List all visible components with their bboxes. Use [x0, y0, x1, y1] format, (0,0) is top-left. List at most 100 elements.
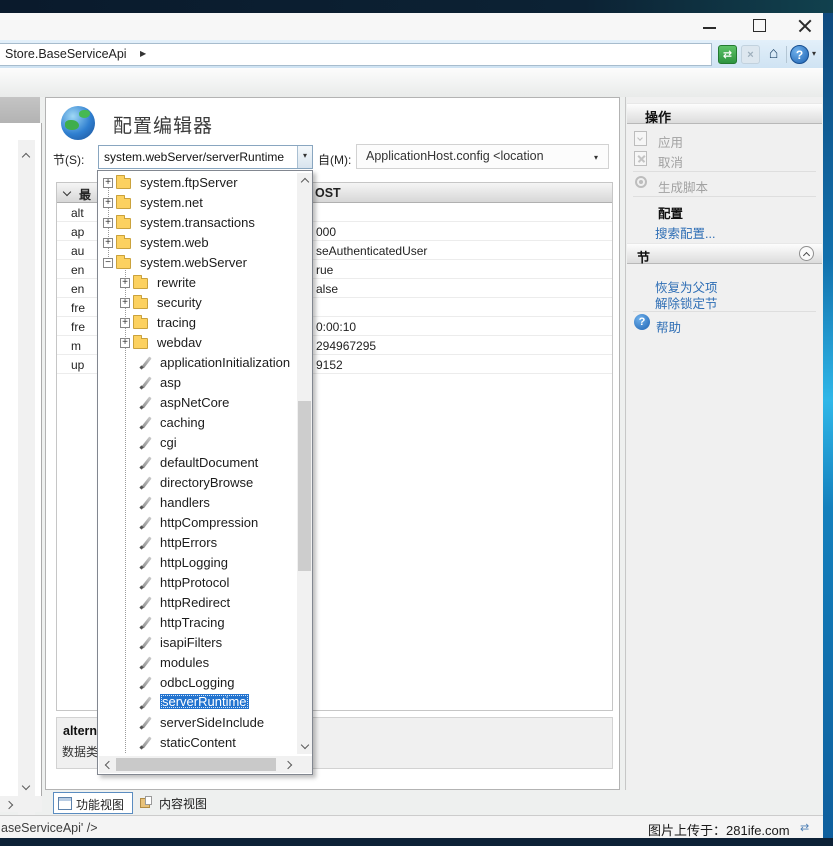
tree-item-rewrite[interactable]: +rewrite	[98, 273, 296, 293]
tree-item-system.net[interactable]: +system.net	[98, 193, 296, 213]
grid-header-text-left: 最	[79, 186, 91, 203]
collapse-icon[interactable]: −	[103, 258, 113, 268]
tree-item-asp[interactable]: asp	[98, 373, 296, 393]
tree-item-system.webServer[interactable]: − system.webServer	[98, 253, 296, 273]
minimize-button[interactable]	[698, 18, 722, 34]
property-value: alse	[316, 282, 338, 296]
tree-item-applicationInitialization[interactable]: applicationInitialization	[98, 353, 296, 373]
tree-scroll-left-button[interactable]	[100, 757, 115, 772]
separator	[633, 311, 816, 312]
tree-scroll-up-button[interactable]	[297, 173, 312, 189]
from-label: 自(M):	[318, 151, 351, 168]
bottom-bar	[0, 838, 833, 846]
expand-icon[interactable]: +	[120, 318, 130, 328]
tree-item-httpProtocol[interactable]: httpProtocol	[98, 573, 296, 593]
tree-item-odbcLogging[interactable]: odbcLogging	[98, 673, 296, 693]
tree-scroll-right-button[interactable]	[281, 757, 296, 772]
content-top-strip	[0, 68, 823, 97]
scroll-right-button[interactable]	[2, 797, 17, 812]
collapse-chevron-icon[interactable]	[63, 188, 71, 196]
expand-icon[interactable]: +	[103, 198, 113, 208]
expand-icon[interactable]: +	[103, 178, 113, 188]
tree-item-serverRuntime[interactable]: serverRuntime	[98, 693, 296, 713]
tree-item-httpTracing[interactable]: httpTracing	[98, 613, 296, 633]
property-name: au	[71, 244, 84, 258]
tree-item-httpRedirect[interactable]: httpRedirect	[98, 593, 296, 613]
breadcrumb-caret-icon[interactable]: ▶	[140, 49, 146, 58]
tree-item-label: odbcLogging	[160, 675, 234, 690]
generate-script-button: 生成脚本	[658, 177, 708, 196]
tree-item-directoryBrowse[interactable]: directoryBrowse	[98, 473, 296, 493]
section-group-header[interactable]: 节	[627, 243, 822, 264]
tree-item-modules[interactable]: modules	[98, 653, 296, 673]
folder-icon	[133, 278, 148, 289]
tree-item-webdav[interactable]: +webdav	[98, 333, 296, 353]
help-button[interactable]: ?	[790, 45, 809, 64]
pencil-icon	[141, 376, 153, 390]
expand-icon[interactable]: +	[120, 298, 130, 308]
tree-item-defaultDocument[interactable]: defaultDocument	[98, 453, 296, 473]
home-button[interactable]: ⌂	[764, 45, 783, 64]
tree-item-isapiFilters[interactable]: isapiFilters	[98, 633, 296, 653]
tree-item-security[interactable]: +security	[98, 293, 296, 313]
tree-item-httpErrors[interactable]: httpErrors	[98, 533, 296, 553]
tab-features-view[interactable]: 功能视图	[53, 792, 133, 814]
features-view-icon	[58, 797, 72, 810]
tree-item-cgi[interactable]: cgi	[98, 433, 296, 453]
tree-item-system.web[interactable]: +system.web	[98, 233, 296, 253]
address-input[interactable]: Store.BaseServiceApi	[0, 43, 712, 66]
tree-item-tracing[interactable]: +tracing	[98, 313, 296, 333]
tree-item-aspNetCore[interactable]: aspNetCore	[98, 393, 296, 413]
tree-item-httpLogging[interactable]: httpLogging	[98, 553, 296, 573]
pencil-icon	[141, 616, 153, 630]
expand-icon[interactable]: +	[103, 218, 113, 228]
left-vertical-scrollbar[interactable]	[18, 140, 35, 829]
collapse-section-button[interactable]	[799, 246, 814, 261]
tree-item-label: handlers	[160, 495, 210, 510]
tree-item-label: aspNetCore	[160, 395, 229, 410]
help-link[interactable]: 帮助	[656, 317, 681, 336]
tree-item-label: defaultDocument	[160, 455, 258, 470]
tree-item-label: applicationInitialization	[160, 355, 290, 370]
pencil-icon	[141, 496, 153, 510]
tree-scroll-down-button[interactable]	[297, 738, 312, 754]
unlock-section-link[interactable]: 解除锁定节	[655, 293, 718, 312]
scroll-down-button[interactable]	[18, 779, 35, 795]
tree-item-httpCompression[interactable]: httpCompression	[98, 513, 296, 533]
tree-item-system.ftpServer[interactable]: +system.ftpServer	[98, 173, 296, 193]
tree-scrollbar-thumb[interactable]	[298, 401, 311, 571]
tree-item-handlers[interactable]: handlers	[98, 493, 296, 513]
tab-content-view[interactable]: 内容视图	[137, 792, 209, 814]
maximize-button[interactable]	[748, 18, 772, 34]
expand-icon[interactable]: +	[120, 278, 130, 288]
tree-item-staticContent[interactable]: staticContent	[98, 733, 296, 753]
property-datatype-text: 数据类	[62, 743, 98, 760]
from-combobox[interactable]: ApplicationHost.config <location	[356, 144, 609, 169]
tree-item-serverSideInclude[interactable]: serverSideInclude	[98, 713, 296, 733]
cancel-icon	[634, 151, 647, 166]
help-dropdown-caret-icon[interactable]: ▾	[812, 49, 816, 58]
separator	[633, 171, 816, 172]
tree-item-caching[interactable]: caching	[98, 413, 296, 433]
expand-icon[interactable]: +	[103, 238, 113, 248]
search-config-link[interactable]: 搜索配置...	[655, 223, 715, 242]
refresh-button[interactable]: ⇄	[718, 45, 737, 64]
page-title: 配置编辑器	[113, 111, 213, 138]
section-combo-dropdown-button[interactable]: ▾	[297, 146, 312, 168]
property-name-text: altern	[63, 724, 97, 738]
expand-icon[interactable]: +	[120, 338, 130, 348]
cancel-button: 取消	[658, 152, 683, 171]
pencil-icon	[141, 396, 153, 410]
actions-header: 操作	[627, 103, 822, 124]
tree-hscrollbar-thumb[interactable]	[116, 758, 276, 771]
tree-item-system.transactions[interactable]: +system.transactions	[98, 213, 296, 233]
scroll-up-button[interactable]	[18, 148, 35, 164]
section-combobox[interactable]: system.webServer/serverRuntime	[98, 145, 313, 169]
pencil-icon	[141, 656, 153, 670]
from-combo-caret-icon[interactable]: ▾	[594, 153, 598, 162]
property-name: en	[71, 282, 84, 296]
pencil-icon	[141, 596, 153, 610]
tree-item-label: system.webServer	[140, 255, 247, 270]
close-button[interactable]	[793, 18, 817, 34]
property-name: fre	[71, 320, 85, 334]
